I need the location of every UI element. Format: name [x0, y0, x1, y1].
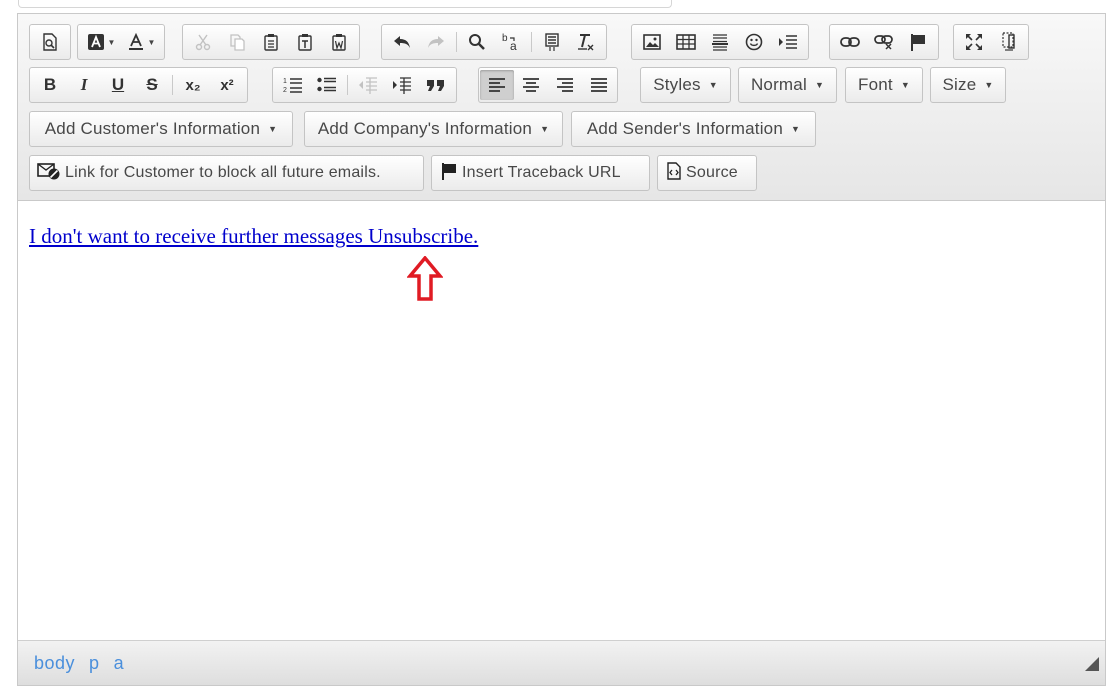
- link-icon[interactable]: [833, 27, 867, 57]
- chevron-down-icon: ▼: [900, 80, 910, 90]
- preview-icon[interactable]: [33, 27, 67, 57]
- align-justify-icon[interactable]: [582, 70, 616, 100]
- outdent-icon[interactable]: [351, 70, 385, 100]
- color-group: ▼ ▼: [77, 24, 165, 60]
- rich-text-editor: ▼ ▼ b a B I U S x₂ x² 1 2 Styles ▼ Norma…: [17, 13, 1106, 686]
- paste-icon[interactable]: [254, 27, 288, 57]
- chevron-down-icon: ▼: [540, 124, 550, 134]
- unsubscribe-link[interactable]: I don't want to receive further messages…: [29, 224, 478, 249]
- redo-icon[interactable]: [419, 27, 453, 57]
- toolbar-separator: [172, 75, 173, 95]
- add-sender-info-dropdown[interactable]: Add Sender's Information ▼: [571, 111, 816, 147]
- block-emails-link-button[interactable]: Link for Customer to block all future em…: [29, 155, 424, 191]
- indent-icon[interactable]: [385, 70, 419, 100]
- link-group: [829, 24, 939, 60]
- size-label: Size: [942, 75, 977, 94]
- maximize-icon[interactable]: [957, 27, 991, 57]
- format-dropdown[interactable]: Normal ▼: [738, 67, 837, 103]
- copy-icon[interactable]: [220, 27, 254, 57]
- list-group: 12: [272, 67, 457, 103]
- svg-text:1: 1: [283, 78, 287, 85]
- path-a[interactable]: a: [114, 653, 125, 674]
- arrow-up-icon: [407, 256, 443, 301]
- replace-icon[interactable]: ba: [494, 27, 528, 57]
- chevron-down-icon: ▼: [708, 80, 718, 90]
- underline-button[interactable]: U: [101, 70, 135, 100]
- add-company-info-dropdown[interactable]: Add Company's Information ▼: [304, 111, 563, 147]
- numbered-list-icon[interactable]: 12: [276, 70, 310, 100]
- block-emails-label: Link for Customer to block all future em…: [65, 164, 381, 181]
- source-icon: [666, 161, 682, 185]
- path-body[interactable]: body: [34, 653, 75, 674]
- toolbar-separator: [347, 75, 348, 95]
- chevron-down-icon: ▼: [791, 124, 801, 134]
- smiley-icon[interactable]: [737, 27, 771, 57]
- bulleted-list-icon[interactable]: [310, 70, 344, 100]
- insert-traceback-url-button[interactable]: Insert Traceback URL: [431, 155, 650, 191]
- background-color-icon[interactable]: ▼: [81, 27, 121, 57]
- unlink-icon[interactable]: [867, 27, 901, 57]
- anchor-flag-icon[interactable]: [901, 27, 935, 57]
- add-customer-info-dropdown[interactable]: Add Customer's Information ▼: [29, 111, 293, 147]
- clipboard-group: [182, 24, 360, 60]
- select-all-icon[interactable]: [535, 27, 569, 57]
- subscript-button[interactable]: x₂: [176, 70, 210, 100]
- traceback-label: Insert Traceback URL: [462, 164, 621, 181]
- undo-icon[interactable]: [385, 27, 419, 57]
- align-right-icon[interactable]: [548, 70, 582, 100]
- text-color-icon[interactable]: ▼: [121, 27, 161, 57]
- toolbar-separator: [531, 32, 532, 52]
- element-path-bar: body p a: [18, 640, 1105, 685]
- paste-word-icon[interactable]: [322, 27, 356, 57]
- cut-icon[interactable]: [186, 27, 220, 57]
- indent-block-icon[interactable]: [771, 27, 805, 57]
- font-label: Font: [858, 75, 893, 94]
- editor-toolbar: ▼ ▼ b a B I U S x₂ x² 1 2 Styles ▼ Norma…: [18, 14, 1105, 201]
- size-dropdown[interactable]: Size ▼: [930, 67, 1006, 103]
- insert-group: [631, 24, 809, 60]
- superscript-button[interactable]: x²: [210, 70, 244, 100]
- chevron-down-icon: ▼: [268, 124, 278, 134]
- flag-icon: [440, 162, 458, 185]
- horizontal-line-icon[interactable]: [703, 27, 737, 57]
- remove-format-icon[interactable]: [569, 27, 603, 57]
- source-button[interactable]: Source: [657, 155, 757, 191]
- svg-text:2: 2: [283, 87, 287, 94]
- basic-styles-group: B I U S x₂ x²: [29, 67, 248, 103]
- paste-text-icon[interactable]: [288, 27, 322, 57]
- align-left-icon[interactable]: [480, 70, 514, 100]
- align-center-icon[interactable]: [514, 70, 548, 100]
- show-blocks-icon[interactable]: [991, 27, 1025, 57]
- format-label: Normal: [750, 75, 807, 94]
- find-icon[interactable]: [460, 27, 494, 57]
- preview-group: [29, 24, 71, 60]
- table-icon[interactable]: [669, 27, 703, 57]
- chevron-down-icon: ▼: [814, 80, 825, 90]
- resize-handle-icon[interactable]: [1085, 657, 1099, 671]
- toolbar-separator: [456, 32, 457, 52]
- path-p[interactable]: p: [89, 653, 100, 674]
- edit-group: ba: [381, 24, 607, 60]
- strike-button[interactable]: S: [135, 70, 169, 100]
- source-label: Source: [686, 164, 738, 181]
- image-icon[interactable]: [635, 27, 669, 57]
- align-group: [478, 67, 618, 103]
- add-customer-info-label: Add Customer's Information: [44, 119, 261, 138]
- blockquote-icon[interactable]: [419, 70, 453, 100]
- styles-dropdown[interactable]: Styles ▼: [640, 67, 731, 103]
- view-group: [953, 24, 1029, 60]
- italic-button[interactable]: I: [67, 70, 101, 100]
- bold-button[interactable]: B: [33, 70, 67, 100]
- styles-label: Styles: [653, 75, 701, 94]
- chevron-down-icon: ▼: [984, 80, 994, 90]
- add-company-info-label: Add Company's Information: [317, 119, 533, 138]
- previous-field-edge: [18, 0, 672, 8]
- add-sender-info-label: Add Sender's Information: [586, 119, 783, 138]
- svg-text:b: b: [502, 33, 508, 44]
- font-dropdown[interactable]: Font ▼: [845, 67, 923, 103]
- blocked-email-icon: [37, 162, 61, 185]
- editor-content-area[interactable]: I don't want to receive further messages…: [18, 202, 1105, 641]
